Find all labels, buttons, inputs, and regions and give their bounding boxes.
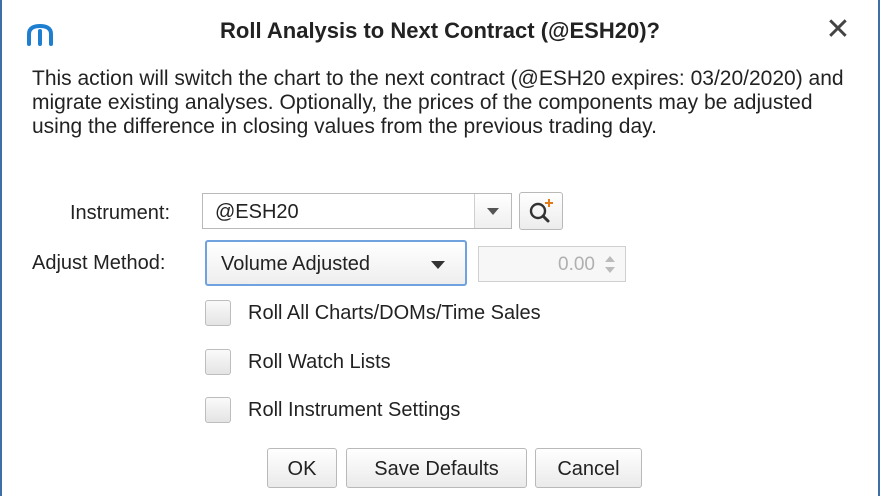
save-defaults-button[interactable]: Save Defaults (346, 448, 527, 488)
cancel-button[interactable]: Cancel (535, 448, 642, 488)
dialog-description: This action will switch the chart to the… (32, 67, 844, 138)
roll-instrument-settings-checkbox[interactable] (205, 397, 231, 423)
spinner-down-icon[interactable] (605, 267, 615, 273)
checkbox-label: Roll Instrument Settings (248, 399, 461, 421)
checkbox-label: Roll All Charts/DOMs/Time Sales (248, 302, 541, 324)
adjust-method-select[interactable]: Volume Adjusted (205, 240, 467, 286)
adjust-amount-spinner[interactable]: 0.00 (478, 246, 626, 282)
close-button[interactable]: ✕ (822, 14, 854, 46)
close-icon: ✕ (825, 13, 851, 46)
chevron-down-icon (487, 208, 499, 215)
roll-watch-lists-checkbox[interactable] (205, 349, 231, 375)
dialog-title: Roll Analysis to Next Contract (@ESH20)? (220, 18, 660, 43)
instrument-label: Instrument: (70, 202, 171, 224)
adjust-amount-value: 0.00 (558, 254, 595, 275)
instrument-combobox[interactable]: @ESH20 (202, 193, 512, 229)
instrument-value: @ESH20 (215, 201, 299, 223)
roll-analysis-dialog: Roll Analysis to Next Contract (@ESH20)?… (0, 0, 880, 496)
search-add-icon (529, 199, 553, 223)
adjust-method-label: Adjust Method: (32, 252, 166, 274)
chevron-down-icon (431, 261, 445, 269)
instrument-search-button[interactable] (519, 192, 563, 230)
adjust-method-value: Volume Adjusted (221, 253, 370, 275)
spinner-up-icon[interactable] (605, 256, 615, 262)
checkbox-label: Roll Watch Lists (248, 351, 391, 373)
instrument-dropdown-button[interactable] (474, 194, 511, 228)
roll-all-charts-checkbox[interactable] (205, 300, 231, 326)
ok-button[interactable]: OK (267, 448, 337, 488)
